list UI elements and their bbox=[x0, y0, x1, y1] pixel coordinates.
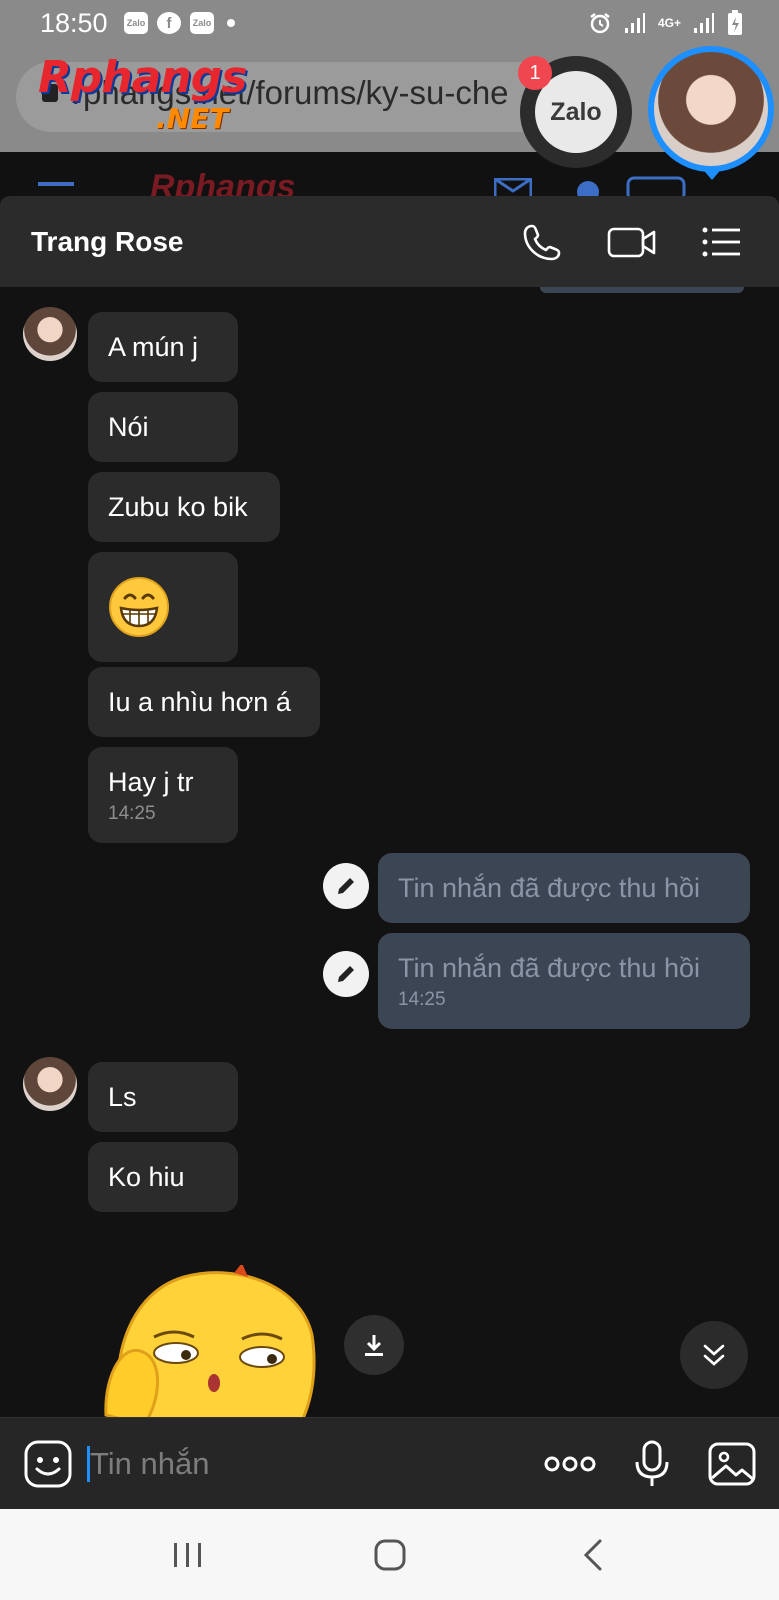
background-site-logo: Rphangs bbox=[150, 168, 296, 196]
received-emoji-message[interactable] bbox=[88, 552, 238, 662]
received-message[interactable]: Iu a nhìu hơn á bbox=[88, 667, 320, 737]
received-message[interactable]: Hay j tr 14:25 bbox=[88, 747, 238, 843]
download-button[interactable] bbox=[344, 1315, 404, 1375]
message-text: Nói bbox=[108, 412, 149, 442]
double-chevron-down-icon bbox=[703, 1344, 725, 1366]
pencil-icon bbox=[338, 966, 354, 982]
more-notifications-dot bbox=[227, 19, 235, 27]
received-message[interactable]: Zubu ko bik bbox=[88, 472, 280, 542]
signal-icon-2 bbox=[694, 13, 714, 33]
contact-name[interactable]: Trang Rose bbox=[31, 226, 183, 258]
message-text: Ko hiu bbox=[108, 1162, 185, 1192]
zalo-notification-icon: Zalo bbox=[124, 12, 148, 34]
contact-avatar[interactable] bbox=[23, 1057, 77, 1111]
sticker-smiley-icon[interactable] bbox=[22, 1438, 74, 1490]
received-message[interactable]: A mún j bbox=[88, 312, 238, 382]
message-time: 14:25 bbox=[398, 989, 446, 1010]
site-logo-suffix: .NET bbox=[156, 102, 229, 135]
message-text: Tin nhắn đã được thu hồi bbox=[398, 953, 700, 983]
background-page-strip: Rphangs bbox=[0, 152, 779, 196]
chat-head-pointer bbox=[700, 166, 724, 180]
edit-button[interactable] bbox=[323, 863, 369, 909]
scroll-to-bottom-button[interactable] bbox=[680, 1321, 748, 1389]
microphone-icon[interactable] bbox=[626, 1438, 678, 1490]
facebook-notification-icon: f bbox=[157, 12, 181, 34]
more-options-icon[interactable] bbox=[542, 1438, 598, 1490]
pencil-icon bbox=[338, 878, 354, 894]
network-type-label: 4G+ bbox=[657, 16, 681, 30]
notification-icons: Zalo f Zalo bbox=[124, 12, 235, 34]
sent-message-recalled[interactable]: Tin nhắn đã được thu hồi bbox=[378, 853, 750, 923]
download-icon bbox=[365, 1335, 383, 1356]
unread-badge: 1 bbox=[518, 56, 552, 90]
contact-avatar[interactable] bbox=[23, 307, 77, 361]
alarm-icon bbox=[590, 13, 610, 34]
message-time: 14:25 bbox=[108, 803, 156, 824]
recent-apps-icon[interactable] bbox=[166, 1533, 210, 1577]
received-message[interactable]: Nói bbox=[88, 392, 238, 462]
bell-icon bbox=[577, 181, 599, 196]
options-list-icon[interactable] bbox=[700, 220, 744, 264]
zalo-notification-icon-2: Zalo bbox=[190, 12, 214, 34]
image-gallery-icon[interactable] bbox=[706, 1438, 758, 1490]
system-status-icons: 4G+ bbox=[588, 10, 743, 36]
message-input[interactable]: Tin nhắn bbox=[86, 1438, 506, 1490]
message-text: Tin nhắn đã được thu hồi bbox=[398, 873, 700, 903]
message-text: Zubu ko bik bbox=[108, 492, 248, 522]
battery-icon bbox=[728, 10, 742, 35]
message-text: A mún j bbox=[108, 332, 199, 362]
mail-icon bbox=[494, 178, 532, 196]
signal-icon bbox=[624, 13, 645, 33]
message-text: Iu a nhìu hơn á bbox=[108, 687, 291, 717]
message-list[interactable]: A mún j Nói Zubu ko bik Iu a nhìu hơn á … bbox=[0, 287, 779, 1417]
contact-chat-head-avatar[interactable] bbox=[648, 46, 774, 172]
edit-button[interactable] bbox=[323, 951, 369, 997]
status-bar: 18:50 Zalo f Zalo 4G+ bbox=[0, 0, 779, 46]
sent-message-recalled[interactable]: Tin nhắn đã được thu hồi 14:25 bbox=[378, 933, 750, 1029]
grinning-face-emoji-icon bbox=[109, 577, 169, 637]
message-text: Ls bbox=[108, 1082, 137, 1112]
home-icon[interactable] bbox=[368, 1533, 412, 1577]
previous-sent-bubble-edge bbox=[540, 287, 744, 293]
video-call-icon[interactable] bbox=[606, 220, 658, 264]
site-logo: Rphangs bbox=[38, 52, 247, 103]
system-navigation-bar bbox=[0, 1509, 779, 1600]
sticker-yellow-character-icon[interactable] bbox=[104, 1265, 320, 1417]
message-composer: Tin nhắn bbox=[0, 1417, 779, 1509]
status-time: 18:50 bbox=[40, 8, 108, 38]
chat-header: Trang Rose bbox=[0, 196, 779, 287]
hamburger-menu-icon bbox=[38, 182, 74, 186]
message-text: Hay j tr bbox=[108, 767, 194, 797]
received-message[interactable]: Ko hiu bbox=[88, 1142, 238, 1212]
phone-call-icon[interactable] bbox=[520, 220, 564, 264]
shop-icon bbox=[626, 176, 686, 196]
back-icon[interactable] bbox=[572, 1533, 616, 1577]
received-message[interactable]: Ls bbox=[88, 1062, 238, 1132]
